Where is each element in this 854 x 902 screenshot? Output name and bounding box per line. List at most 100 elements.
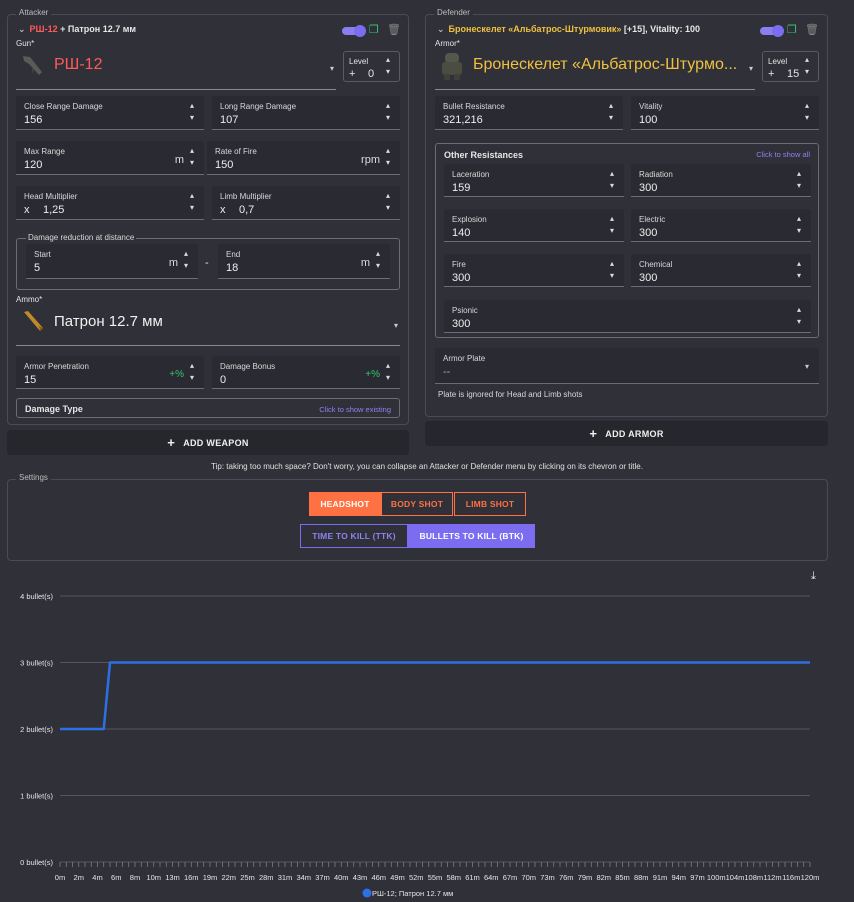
trash-icon[interactable]: 🗑 (805, 24, 819, 36)
electric-field[interactable]: Electric 300 (631, 209, 811, 242)
y-tick-label: 4 bullet(s) (20, 592, 53, 601)
defender-title[interactable]: ⌄ Бронескелет «Альбатрос-Штурмовик» [+15]… (437, 24, 700, 35)
download-icon[interactable]: ⤓ (811, 570, 816, 583)
level-stepper[interactable] (805, 56, 814, 78)
limb-shot-button[interactable]: LIMB SHOT (454, 492, 526, 516)
fire-field[interactable]: Fire 300 (444, 254, 624, 287)
x-tick-label: 6m (111, 873, 121, 882)
x-tick-label: 67m (503, 873, 518, 882)
stepper[interactable] (386, 102, 395, 124)
level-plus[interactable]: + (768, 68, 774, 80)
stepper[interactable] (805, 102, 814, 124)
chevron-down-icon: ▾ (748, 64, 753, 73)
explosion-field[interactable]: Explosion 140 (444, 209, 624, 242)
rate-of-fire-field[interactable]: Rate of Fire 150 rpm (207, 141, 400, 175)
level-plus[interactable]: + (349, 68, 355, 80)
stepper[interactable] (610, 215, 619, 237)
damage-bonus-field[interactable]: Damage Bonus 0 +% (212, 356, 400, 389)
x-tick-label: 13m (165, 873, 180, 882)
head-multiplier-field[interactable]: Head Multiplier x 1,25 (16, 186, 204, 220)
range-dash: - (205, 257, 209, 269)
x-tick-label: 91m (653, 873, 668, 882)
reduction-start-field[interactable]: Start 5 m (26, 244, 198, 279)
attacker-level-field[interactable]: Level + 0 (343, 51, 400, 82)
stepper[interactable] (386, 362, 395, 384)
vitality-field[interactable]: Vitality 100 (631, 96, 819, 130)
copy-icon[interactable]: ❐ (369, 24, 379, 36)
stepper[interactable] (797, 215, 806, 237)
x-tick-label: 58m (446, 873, 461, 882)
stepper[interactable] (190, 147, 199, 169)
legend-swatch (362, 888, 372, 898)
add-weapon-button[interactable]: + ADD WEAPON (7, 430, 409, 455)
y-tick-label: 0 bullet(s) (20, 858, 53, 867)
x-tick-label: 37m (315, 873, 330, 882)
defender-enable-toggle[interactable] (760, 25, 784, 37)
reduction-end-field[interactable]: End 18 m (218, 244, 390, 279)
x-tick-label: 2m (74, 873, 84, 882)
stepper[interactable] (190, 192, 199, 214)
max-range-field[interactable]: Max Range 120 m (16, 141, 204, 175)
chevron-down-icon[interactable]: ⌄ (437, 24, 445, 34)
series-line (60, 661, 810, 731)
level-stepper[interactable] (386, 56, 395, 78)
ammo-select[interactable]: Патрон 12.7 мм ▾ (16, 305, 400, 346)
bullet-resistance-field[interactable]: Bullet Resistance 321,216 (435, 96, 623, 130)
armor-name: Бронескелет «Альбатрос-Штурмо... (473, 56, 738, 73)
attacker-title[interactable]: ⌄ РШ-12 + Патрон 12.7 мм (18, 24, 136, 35)
btk-button[interactable]: BULLETS TO KILL (BTK) (408, 524, 535, 548)
plate-note: Plate is ignored for Head and Limb shots (438, 390, 583, 399)
body-shot-button[interactable]: BODY SHOT (381, 492, 453, 516)
x-tick-label: 61m (465, 873, 480, 882)
stepper[interactable] (386, 147, 395, 169)
x-tick-label: 10m (146, 873, 161, 882)
trash-icon[interactable]: 🗑 (387, 24, 401, 36)
stepper[interactable] (376, 250, 385, 272)
armor-select[interactable]: Бронескелет «Альбатрос-Штурмо... ▾ (435, 50, 755, 90)
show-all-link[interactable]: Click to show all (756, 150, 810, 159)
legend-label: РШ-12; Патрон 12.7 мм (372, 889, 453, 898)
attacker-enable-toggle[interactable] (342, 25, 366, 37)
psionic-field[interactable]: Psionic 300 (444, 300, 811, 333)
tip-text: Tip: taking too much space? Don't worry,… (211, 462, 643, 471)
damage-reduction-label: Damage reduction at distance (26, 233, 137, 242)
x-tick-label: 52m (409, 873, 424, 882)
long-range-damage-field[interactable]: Long Range Damage 107 (212, 96, 400, 130)
add-armor-button[interactable]: + ADD ARMOR (425, 421, 828, 446)
defender-level-field[interactable]: Level + 15 (762, 51, 819, 82)
x-tick-label: 19m (203, 873, 218, 882)
chemical-field[interactable]: Chemical 300 (631, 254, 811, 287)
stepper[interactable] (610, 170, 619, 192)
stepper[interactable] (797, 306, 806, 328)
damage-type-section[interactable]: Damage Type Click to show existing (16, 398, 400, 418)
gun-select[interactable]: РШ-12 ▾ (16, 50, 336, 90)
armor-plate-select[interactable]: Armor Plate -- ▾ (435, 348, 819, 384)
stepper[interactable] (797, 260, 806, 282)
armor-penetration-field[interactable]: Armor Penetration 15 +% (16, 356, 204, 389)
x-tick-label: 104m (726, 873, 745, 882)
stepper[interactable] (610, 260, 619, 282)
copy-icon[interactable]: ❐ (787, 24, 797, 36)
settings-legend: Settings (16, 473, 51, 482)
x-tick-label: 55m (428, 873, 443, 882)
stepper[interactable] (190, 362, 199, 384)
chevron-down-icon[interactable]: ⌄ (18, 24, 26, 34)
stepper[interactable] (609, 102, 618, 124)
limb-multiplier-field[interactable]: Limb Multiplier x 0,7 (212, 186, 400, 220)
x-tick-label: 49m (390, 873, 405, 882)
stepper[interactable] (797, 170, 806, 192)
laceration-field[interactable]: Laceration 159 (444, 164, 624, 197)
ttk-button[interactable]: TIME TO KILL (TTK) (300, 524, 408, 548)
radiation-field[interactable]: Radiation 300 (631, 164, 811, 197)
close-range-damage-field[interactable]: Close Range Damage 156 (16, 96, 204, 130)
stepper[interactable] (386, 192, 395, 214)
x-tick-label: 8m (130, 873, 140, 882)
x-tick-label: 73m (540, 873, 555, 882)
headshot-button[interactable]: HEADSHOT (309, 492, 381, 516)
stepper[interactable] (184, 250, 193, 272)
show-existing-link[interactable]: Click to show existing (319, 405, 391, 414)
x-tick-label: 108m (744, 873, 763, 882)
x-tick-label: 43m (353, 873, 368, 882)
y-tick-label: 2 bullet(s) (20, 725, 53, 734)
stepper[interactable] (190, 102, 199, 124)
